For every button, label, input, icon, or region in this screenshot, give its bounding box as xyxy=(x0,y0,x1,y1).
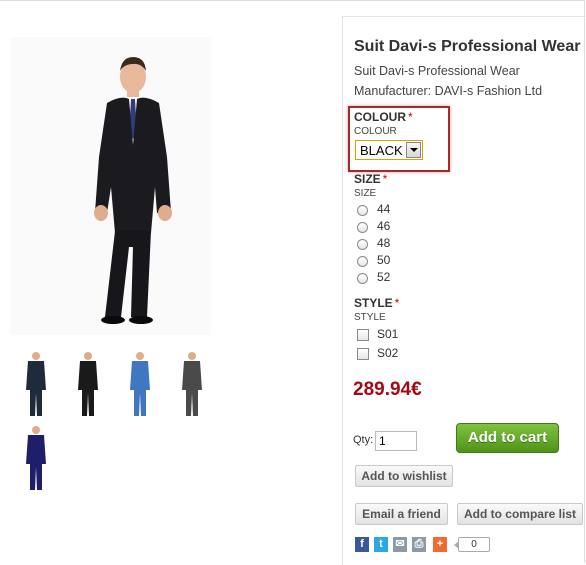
size-option-label: 46 xyxy=(377,219,391,233)
size-radio[interactable] xyxy=(357,239,368,250)
facebook-icon[interactable]: f xyxy=(355,537,369,552)
size-option-label: 50 xyxy=(377,253,391,267)
print-icon[interactable]: ⎙ xyxy=(412,537,426,552)
size-label-text: SIZE xyxy=(354,172,381,186)
colour-label-text: COLOUR xyxy=(354,110,406,124)
style-label-text: STYLE xyxy=(354,296,393,310)
required-mark: * xyxy=(408,110,413,124)
size-label: SIZE * xyxy=(354,172,387,186)
add-to-cart-button[interactable]: Add to cart xyxy=(456,423,559,453)
colour-selected-value: BLACK xyxy=(360,143,403,158)
size-radio[interactable] xyxy=(357,273,368,284)
size-option-label: 44 xyxy=(377,202,391,216)
manufacturer-text: Manufacturer: DAVI-s Fashion Ltd xyxy=(354,84,543,98)
colour-select[interactable]: BLACK xyxy=(355,140,423,160)
colour-sublabel: COLOUR xyxy=(354,126,397,137)
thumbnail-5[interactable] xyxy=(14,422,58,494)
colour-label: COLOUR * xyxy=(354,110,413,124)
product-subtitle: Suit Davi-s Professional Wear xyxy=(354,64,520,78)
size-sublabel: SIZE xyxy=(354,188,377,199)
qty-input[interactable] xyxy=(375,431,417,451)
style-option-label: S01 xyxy=(377,327,399,341)
add-to-wishlist-button[interactable]: Add to wishlist xyxy=(355,465,453,487)
email-icon[interactable]: ✉ xyxy=(393,537,407,552)
size-option-label: 52 xyxy=(377,270,391,284)
style-option-label: S02 xyxy=(377,346,399,360)
size-radio[interactable] xyxy=(357,205,368,216)
required-mark: * xyxy=(394,296,400,310)
qty-label: Qty: xyxy=(353,434,374,446)
size-radio[interactable] xyxy=(357,256,368,267)
product-title: Suit Davi-s Professional Wear xyxy=(354,38,581,55)
required-mark: * xyxy=(382,172,388,186)
size-radio[interactable] xyxy=(357,222,368,233)
product-price: 289.94€ xyxy=(353,379,422,400)
share-count: 0 xyxy=(454,537,490,552)
email-friend-button[interactable]: Email a friend xyxy=(355,503,448,525)
chevron-down-icon[interactable] xyxy=(406,142,421,158)
style-checkbox[interactable] xyxy=(357,329,369,341)
thumbnail-2[interactable] xyxy=(66,348,110,420)
style-sublabel: STYLE xyxy=(354,312,386,323)
main-product-image[interactable] xyxy=(11,37,211,335)
style-checkbox[interactable] xyxy=(357,348,369,360)
size-option-label: 48 xyxy=(377,236,391,250)
twitter-icon[interactable]: t xyxy=(374,537,388,552)
plus-icon[interactable]: + xyxy=(433,537,447,552)
thumbnail-1[interactable] xyxy=(14,348,58,420)
style-label: STYLE * xyxy=(354,296,399,310)
thumbnail-4[interactable] xyxy=(170,348,214,420)
thumbnail-3[interactable] xyxy=(118,348,162,420)
add-to-compare-button[interactable]: Add to compare list xyxy=(457,503,583,525)
